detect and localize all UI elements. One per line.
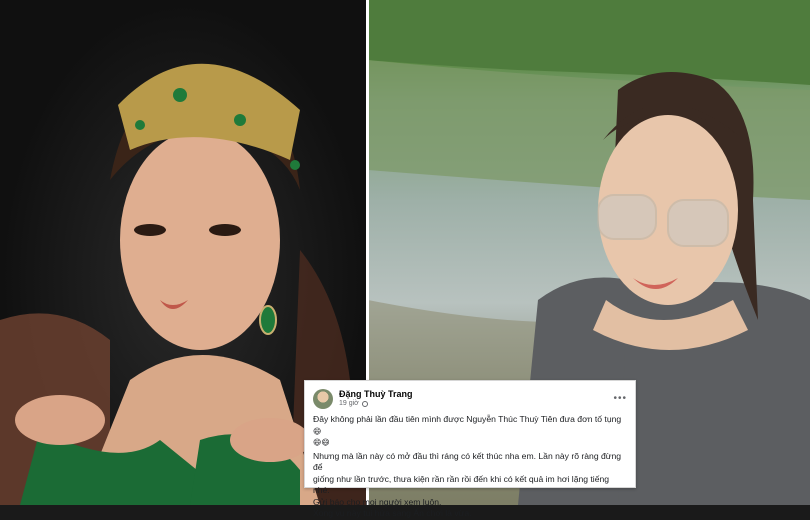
globe-icon [361, 400, 368, 407]
post-body: Đây không phải lần đầu tiên mình được Ng… [313, 414, 627, 520]
post-text-line-5: Xong vụ này tui hứa sang Ấn chơi là vừa. [313, 508, 472, 518]
facebook-post-card: Đặng Thuỳ Trang 19 giờ ••• Đây không phả… [304, 380, 636, 518]
more-options-icon[interactable]: ••• [613, 394, 627, 404]
avatar[interactable] [313, 389, 333, 409]
post-meta: 19 giờ [339, 400, 413, 408]
grin-emoji: 😄 [313, 426, 322, 436]
post-text-line-2: Nhưng mà lần này có mở đầu thì ráng có k… [313, 450, 622, 473]
grin-emoji-pair: 😄😄 [313, 438, 330, 447]
post-time[interactable]: 19 giờ [339, 400, 359, 408]
post-text-line-1: Đây không phải lần đầu tiên mình được Ng… [313, 414, 622, 424]
author-name[interactable]: Đặng Thuỳ Trang [339, 389, 413, 400]
post-paragraph-2: Nhưng mà lần này có mở đầu thì ráng có k… [313, 451, 627, 520]
post-text-line-3: giống như lần trước, thưa kiện rần rần r… [313, 473, 610, 496]
author-block: Đặng Thuỳ Trang 19 giờ [339, 389, 413, 408]
post-paragraph-1: Đây không phải lần đầu tiên mình được Ng… [313, 414, 627, 449]
post-header: Đặng Thuỳ Trang 19 giờ ••• [313, 386, 627, 412]
post-text-line-4: Gửi báo cho mọi người xem luôn. [313, 496, 442, 507]
